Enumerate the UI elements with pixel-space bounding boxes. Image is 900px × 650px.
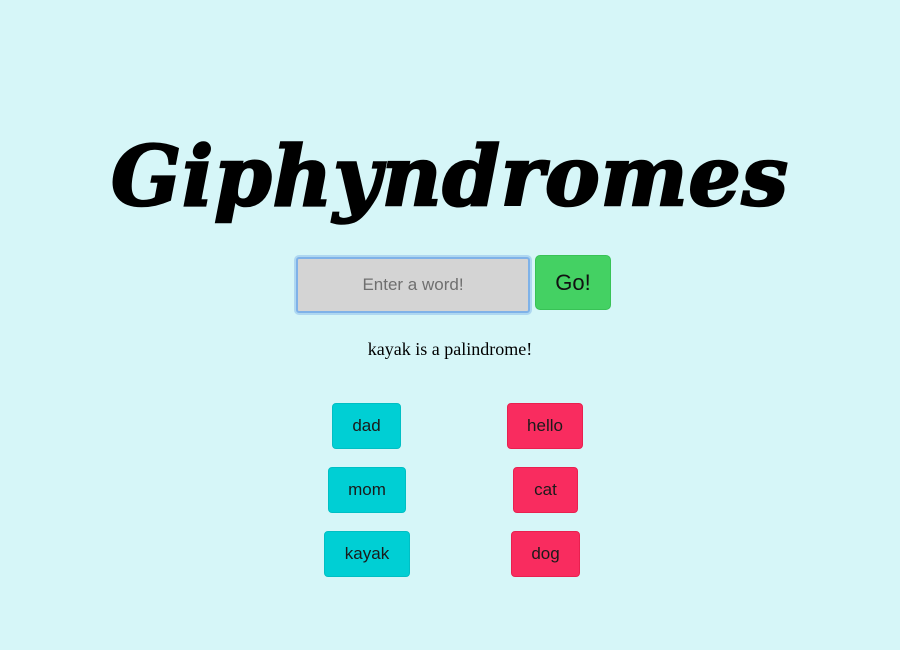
result-message: kayak is a palindrome! <box>367 339 533 359</box>
word-button-cat[interactable]: cat <box>513 467 578 513</box>
page-title: Giphyndromes <box>110 128 789 227</box>
go-button[interactable]: Go! <box>535 255 611 310</box>
word-button-kayak[interactable]: kayak <box>324 531 410 577</box>
word-button-mom[interactable]: mom <box>328 467 406 513</box>
word-input[interactable] <box>296 257 530 313</box>
word-button-hello[interactable]: hello <box>507 403 583 449</box>
word-button-dad[interactable]: dad <box>332 403 401 449</box>
word-button-dog[interactable]: dog <box>511 531 580 577</box>
